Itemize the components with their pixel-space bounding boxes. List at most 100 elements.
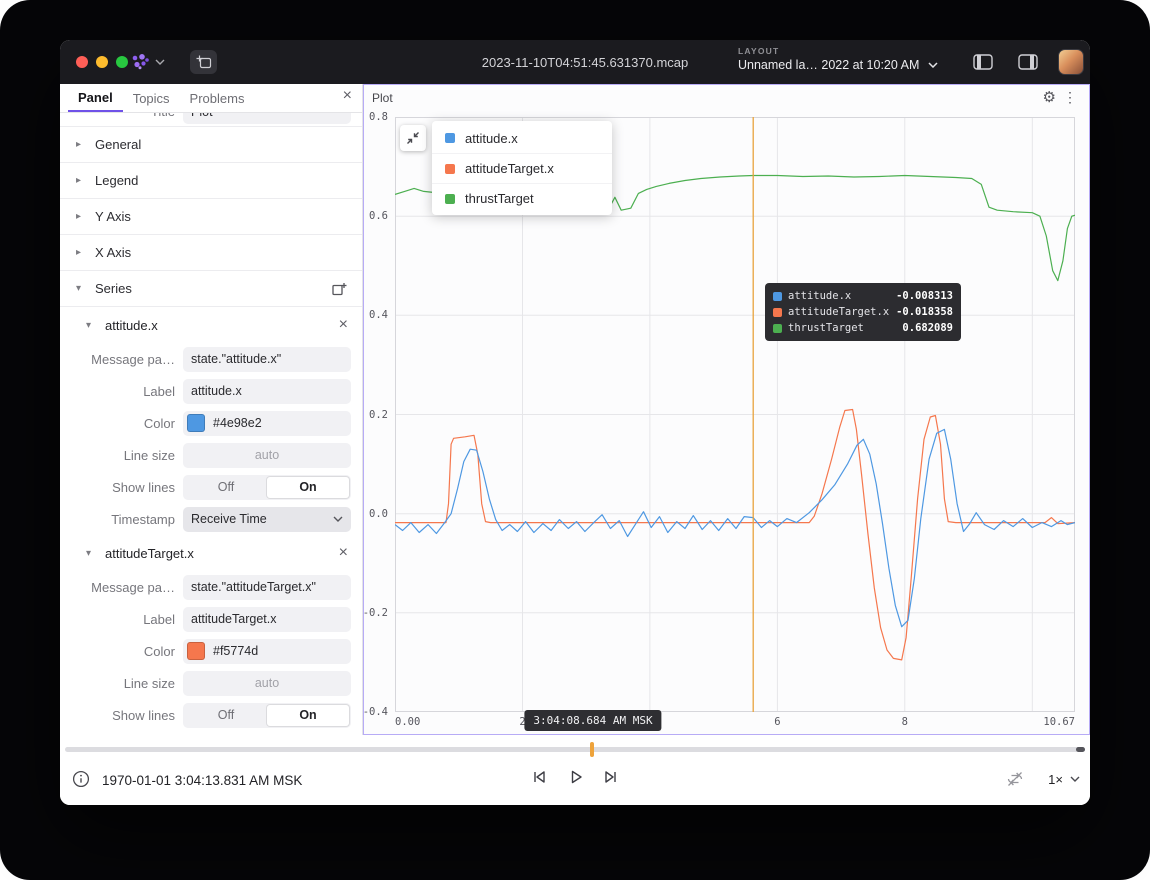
y-tick-label: 0.4 xyxy=(369,309,388,321)
layout-selector[interactable]: LAYOUT Unnamed la… 2022 at 10:20 AM xyxy=(738,46,938,72)
user-avatar[interactable] xyxy=(1058,49,1084,75)
legend-item[interactable]: attitude.x xyxy=(432,123,612,153)
field-row: Label attitudeTarget.x xyxy=(60,603,362,635)
sidebar-tabbar: Panel Topics Problems × xyxy=(60,84,362,113)
field-row: Label attitude.x xyxy=(60,375,362,407)
caret-down-icon: ▾ xyxy=(76,283,86,294)
show-lines-off-option[interactable]: Off xyxy=(185,705,267,726)
tooltip-row: attitudeTarget.x -0.018358 xyxy=(773,304,953,320)
color-input[interactable]: #4e98e2 xyxy=(183,411,351,436)
x-tick-label: 10.67 xyxy=(1043,716,1075,728)
panel-settings-button[interactable]: ⚙ xyxy=(1043,88,1056,106)
section-x-axis[interactable]: ▸ X Axis xyxy=(60,235,362,271)
field-row: Show lines Off On xyxy=(60,471,362,503)
chevron-down-icon xyxy=(155,59,165,65)
tab-panel[interactable]: Panel xyxy=(68,84,123,112)
seek-backward-button[interactable] xyxy=(530,768,548,786)
left-sidebar-toggle-button[interactable] xyxy=(972,53,994,71)
series-header-attitude-target-x[interactable]: ▾ attitudeTarget.x × xyxy=(60,535,362,571)
y-tick-label: -0.4 xyxy=(363,706,388,718)
show-lines-toggle[interactable]: Off On xyxy=(183,475,351,500)
tab-topics[interactable]: Topics xyxy=(123,84,180,112)
color-input[interactable]: #f5774d xyxy=(183,639,351,664)
zoom-window-button[interactable] xyxy=(116,56,128,68)
close-window-button[interactable] xyxy=(76,56,88,68)
right-sidebar-toggle-button[interactable] xyxy=(1017,53,1039,71)
app-window: 2023-11-10T04:51:45.631370.mcap LAYOUT U… xyxy=(60,40,1090,805)
show-lines-on-option[interactable]: On xyxy=(267,705,349,726)
transport-controls xyxy=(530,768,620,786)
x-axis-labels: 0.00246810.67 xyxy=(395,716,1075,730)
playback-speed-control[interactable]: 1× xyxy=(1048,772,1080,787)
tooltip-swatch xyxy=(773,292,782,301)
collapse-icon xyxy=(405,130,421,146)
series-header-attitude-x[interactable]: ▾ attitude.x × xyxy=(60,307,362,343)
chevron-down-icon xyxy=(1070,776,1080,782)
color-swatch[interactable] xyxy=(187,414,205,432)
left-sidebar-icon xyxy=(973,54,993,70)
show-lines-off-option[interactable]: Off xyxy=(185,477,267,498)
close-sidebar-button[interactable]: × xyxy=(343,87,352,105)
timestamp-select[interactable]: Receive Time xyxy=(183,507,351,532)
app-menu-button[interactable] xyxy=(130,53,165,70)
x-tick-label: 8 xyxy=(902,716,908,728)
settings-sidebar: Panel Topics Problems × Title Plot ▸ Gen… xyxy=(60,84,363,735)
minimize-window-button[interactable] xyxy=(96,56,108,68)
section-series[interactable]: ▾ Series xyxy=(60,271,362,307)
field-row: Line size auto xyxy=(60,439,362,471)
section-general[interactable]: ▸ General xyxy=(60,127,362,163)
play-button[interactable] xyxy=(566,768,584,786)
panel-title-row: Title Plot xyxy=(60,113,362,127)
y-axis-labels: 0.80.60.40.20.0-0.2-0.4 xyxy=(363,117,391,712)
remove-series-button[interactable]: × xyxy=(339,316,348,334)
add-series-button[interactable] xyxy=(331,281,348,297)
scrub-hover-tooltip: 3:04:08.684 AM MSK xyxy=(524,710,661,731)
x-tick-label: 0.00 xyxy=(395,716,420,728)
line-size-input[interactable]: auto xyxy=(183,443,351,468)
playback-bar: 1970-01-01 3:04:13.831 AM MSK xyxy=(60,735,1090,805)
window-controls xyxy=(76,56,128,68)
y-tick-label: 0.6 xyxy=(369,210,388,222)
seek-forward-button[interactable] xyxy=(602,768,620,786)
playback-info-button[interactable] xyxy=(72,770,90,788)
tooltip-row: attitude.x -0.008313 xyxy=(773,288,953,304)
y-tick-label: 0.0 xyxy=(369,508,388,520)
title-field-input[interactable]: Plot xyxy=(183,113,351,124)
show-lines-on-option[interactable]: On xyxy=(267,477,349,498)
playback-scrubber[interactable] xyxy=(65,747,1085,752)
add-panel-button[interactable] xyxy=(190,50,217,74)
legend-collapse-button[interactable] xyxy=(400,125,426,151)
line-size-input[interactable]: auto xyxy=(183,671,351,696)
field-row: Show lines Off On xyxy=(60,699,362,731)
message-path-input[interactable]: state."attitude.x" xyxy=(183,347,351,372)
sidebar-scroll-area: Title Plot ▸ General ▸ Legend ▸ Y Axis ▸ xyxy=(60,113,362,735)
label-input[interactable]: attitudeTarget.x xyxy=(183,607,351,632)
panel-menu-button[interactable]: ⋮ xyxy=(1063,89,1077,106)
right-sidebar-icon xyxy=(1018,54,1038,70)
legend-item[interactable]: thrustTarget xyxy=(432,183,612,213)
section-legend[interactable]: ▸ Legend xyxy=(60,163,362,199)
section-y-axis[interactable]: ▸ Y Axis xyxy=(60,199,362,235)
message-path-input[interactable]: state."attitudeTarget.x" xyxy=(183,575,351,600)
label-input[interactable]: attitude.x xyxy=(183,379,351,404)
loop-off-button[interactable] xyxy=(1006,770,1024,788)
remove-series-button[interactable]: × xyxy=(339,544,348,562)
series-line-attitudeTarget.x xyxy=(395,410,1075,660)
layout-label: LAYOUT xyxy=(738,46,938,56)
tooltip-swatch xyxy=(773,324,782,333)
playback-scrubber-handle[interactable] xyxy=(590,742,594,757)
legend: attitude.x attitudeTarget.x thrustTarget xyxy=(432,121,612,215)
legend-item[interactable]: attitudeTarget.x xyxy=(432,153,612,183)
play-icon xyxy=(566,768,584,786)
window-title: 2023-11-10T04:51:45.631370.mcap xyxy=(482,55,688,70)
plot-panel[interactable]: Plot ⚙ ⋮ 0.80.60.40.20.0-0.2-0.4 0.00246… xyxy=(363,84,1090,735)
field-row: Message pa… state."attitude.x" xyxy=(60,343,362,375)
tab-problems[interactable]: Problems xyxy=(180,84,255,112)
color-swatch[interactable] xyxy=(187,642,205,660)
field-row: Message pa… state."attitudeTarget.x" xyxy=(60,571,362,603)
caret-right-icon: ▸ xyxy=(76,211,86,222)
show-lines-toggle[interactable]: Off On xyxy=(183,703,351,728)
titlebar: 2023-11-10T04:51:45.631370.mcap LAYOUT U… xyxy=(60,40,1090,84)
caret-down-icon: ▾ xyxy=(86,320,96,331)
desktop-background: 2023-11-10T04:51:45.631370.mcap LAYOUT U… xyxy=(0,0,1150,880)
